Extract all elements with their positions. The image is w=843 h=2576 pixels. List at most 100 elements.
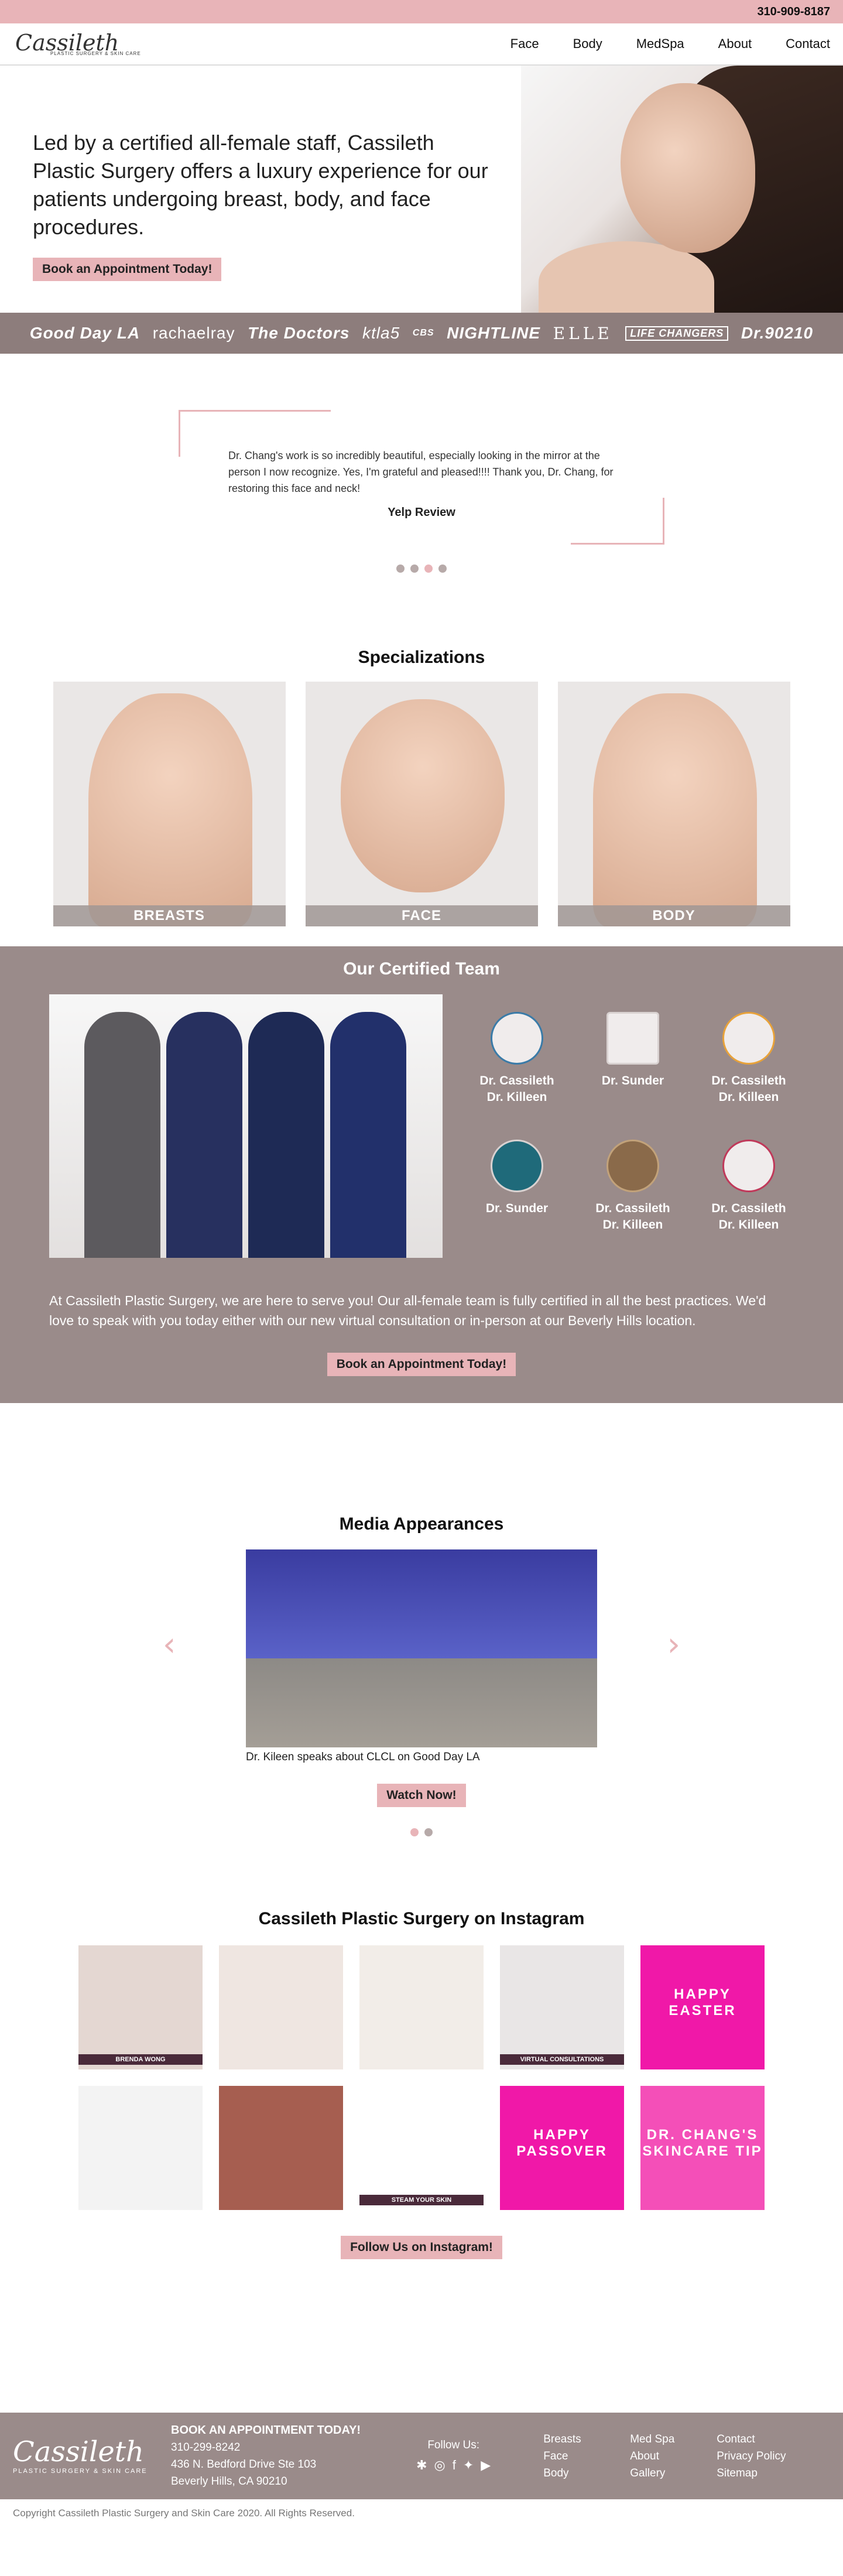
credential-doctor: Dr. Killeen [602,1218,663,1231]
spec-card-breasts[interactable]: BREASTS [53,682,286,926]
footer-link[interactable]: Med Spa [630,2431,717,2448]
quote-corner-bottom [571,498,664,545]
credential-doctor: Dr. Killeen [486,1090,547,1104]
hero-book-button[interactable]: Book an Appointment Today! [33,258,222,281]
spec-label: BODY [557,905,790,926]
media-logo: ELLE [553,323,613,343]
footer-phone[interactable]: 310-299-8242 [171,2441,240,2454]
team-cta-wrap: Book an Appointment Today! [0,1353,843,1376]
instagram-cta-wrap: Follow Us on Instagram! [0,2210,843,2259]
twitter-icon[interactable]: ✦ [463,2458,474,2473]
media-logo: ktla5 [362,324,400,342]
footer: Cassileth PLASTIC SURGERY & SKIN CARE BO… [0,2413,843,2499]
testimonial-box: Dr. Chang's work is so incredibly beauti… [179,410,664,545]
spec-image [88,693,252,926]
credential-doctor: Dr. Cassileth [595,1202,670,1215]
footer-link[interactable]: About [630,2448,717,2465]
instagram-post[interactable] [219,2086,343,2210]
footer-logo-text: Cassileth [13,2435,144,2468]
carousel-prev-icon[interactable]: ‹ [163,1626,176,1664]
asps-logo-icon [491,1012,543,1065]
nav-link-body[interactable]: Body [573,36,602,52]
credential-item: Dr. Sunder [459,1140,575,1267]
media-logo: LIFE CHANGERS [625,326,729,341]
nav-link-about[interactable]: About [718,36,752,52]
credential-doctor: Dr. Sunder [601,1074,664,1087]
footer-link[interactable]: Contact [717,2431,803,2448]
bronze-seal-icon [606,1140,659,1192]
carousel-dot[interactable] [424,1828,433,1836]
instagram-post[interactable]: VIRTUAL CONSULTATIONS [500,1945,624,2069]
team-member-figure [248,1012,324,1258]
carousel-dot[interactable] [396,565,405,573]
footer-link[interactable]: Breasts [543,2431,630,2448]
footer-link[interactable]: Gallery [630,2465,717,2482]
spec-label: FACE [305,905,538,926]
footer-address-line1: 436 N. Bedford Drive Ste 103 [171,2458,317,2471]
watch-now-button[interactable]: Watch Now! [377,1784,466,1807]
media-title: Media Appearances [339,1514,504,1534]
footer-link[interactable]: Face [543,2448,630,2465]
follow-instagram-button[interactable]: Follow Us on Instagram! [341,2236,502,2259]
spec-card-body[interactable]: BODY [557,682,790,926]
footer-link[interactable]: Sitemap [717,2465,803,2482]
footer-book-heading: BOOK AN APPOINTMENT TODAY! [171,2424,361,2437]
specializations-section: Specializations BREASTS FACE BODY [0,600,843,926]
media-logo: NIGHTLINE [447,324,541,342]
board-certified-seal-icon [491,1140,543,1192]
testimonial-section: Dr. Chang's work is so incredibly beauti… [0,354,843,600]
facebook-icon[interactable]: f [453,2458,456,2473]
instagram-post[interactable]: HAPPY PASSOVER [500,2086,624,2210]
team-book-button[interactable]: Book an Appointment Today! [327,1353,516,1376]
footer-link[interactable]: Body [543,2465,630,2482]
testimonial-quote: Dr. Chang's work is so incredibly beauti… [228,450,614,494]
credential-item: Dr. Cassileth Dr. Killeen [691,1012,807,1140]
carousel-next-icon[interactable]: › [667,1626,680,1664]
carousel-dot-active[interactable] [424,565,433,573]
instagram-post-text: HAPPY PASSOVER [516,2127,608,2159]
credential-doctor: Dr. Killeen [718,1218,779,1231]
footer-link[interactable]: Privacy Policy [717,2448,803,2465]
nav-link-contact[interactable]: Contact [786,36,830,52]
team-description: At Cassileth Plastic Surgery, we are her… [49,1293,766,1328]
media-logo-bar: Good Day LA rachaelray The Doctors ktla5… [0,313,843,354]
site-logo[interactable]: Cassileth PLASTIC SURGERY & SKIN CARE [15,32,141,56]
carousel-dot-active[interactable] [410,1828,419,1836]
yelp-icon[interactable]: ✱ [416,2458,427,2473]
instagram-icon[interactable]: ◎ [434,2458,446,2473]
credential-item: Dr. Cassileth Dr. Killeen [691,1140,807,1267]
instagram-post[interactable]: BRENDA WONG [78,1945,203,2069]
footer-logo[interactable]: Cassileth PLASTIC SURGERY & SKIN CARE [13,2438,171,2475]
instagram-post[interactable]: STEAM YOUR SKIN [359,2086,484,2210]
abps-logo-icon [722,1012,775,1065]
footer-follow: Follow Us: ✱ ◎ f ✦ ▶ [416,2439,491,2473]
phone-number[interactable]: 310-909-8187 [757,5,830,19]
media-caption: Dr. Kileen speaks about CLCL on Good Day… [246,1751,480,1763]
footer-logo-subtitle: PLASTIC SURGERY & SKIN CARE [13,2467,148,2475]
instagram-post[interactable] [219,1945,343,2069]
spec-image [592,693,757,926]
specializations-title: Specializations [358,648,485,667]
instagram-post-text: HAPPY EASTER [669,1986,736,2019]
media-video-thumbnail[interactable] [246,1549,597,1747]
instagram-post[interactable] [359,1945,484,2069]
carousel-dot[interactable] [438,565,447,573]
team-member-figure [330,1012,406,1258]
instagram-post[interactable] [78,2086,203,2210]
media-appearances-section: Media Appearances ‹ › Dr. Kileen speaks … [0,1403,843,1909]
spec-label: BREASTS [53,905,286,926]
credential-item: Dr. Sunder [575,1012,691,1140]
instagram-post-text: VIRTUAL CONSULTATIONS [500,2054,624,2065]
carousel-dot[interactable] [410,565,419,573]
credential-doctor: Dr. Cassileth [479,1074,554,1087]
instagram-post[interactable]: HAPPY EASTER [640,1945,765,2069]
nav-link-medspa[interactable]: MedSpa [636,36,684,52]
hero-tagline: Led by a certified all-female staff, Cas… [33,131,488,239]
youtube-icon[interactable]: ▶ [481,2458,491,2473]
main-nav: Cassileth PLASTIC SURGERY & SKIN CARE Fa… [0,23,843,66]
instagram-post-text: DR. CHANG'S SKINCARE TIP [642,2127,763,2159]
nav-link-face[interactable]: Face [510,36,539,52]
spec-card-face[interactable]: FACE [305,682,538,926]
society-triangle-logo-icon [722,1140,775,1192]
instagram-post[interactable]: DR. CHANG'S SKINCARE TIP [640,2086,765,2210]
